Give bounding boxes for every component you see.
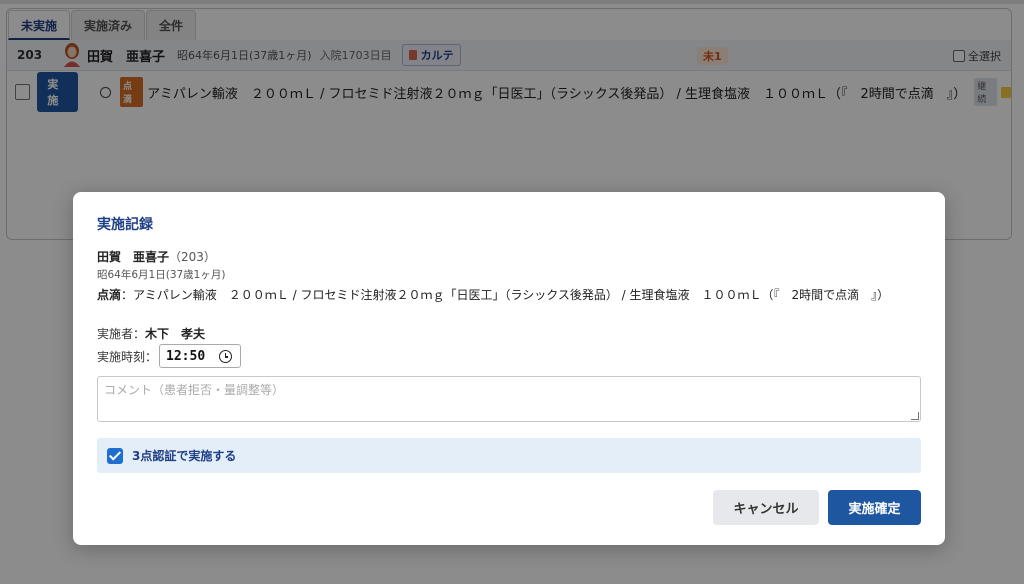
three-point-auth[interactable]: 3点認証で実施する [97,438,921,473]
dialog-patient-room: （203） [169,250,216,264]
resize-grip-icon[interactable] [911,412,919,420]
comment-input[interactable] [97,376,921,422]
three-point-checkbox[interactable] [107,447,123,464]
dialog-order: 点滴：アミパレン輸液 ２００ｍＬ / フロセミド注射液２０ｍｇ「日医工」（ラシッ… [97,286,889,303]
dialog-order-type: 点滴 [97,288,122,302]
time-input[interactable]: 12:50 [159,344,242,368]
clock-icon[interactable] [219,350,233,363]
dialog-patient: 田賀 亜喜子（203） [97,248,216,265]
execution-record-dialog: 実施記録 田賀 亜喜子（203） 昭64年6月1日(37歳1ヶ月) 点滴：アミパ… [73,192,945,545]
cancel-button[interactable]: キャンセル [713,490,819,525]
time-row: 実施時刻： 12:50 [97,344,242,368]
dialog-order-text: ：アミパレン輸液 ２００ｍＬ / フロセミド注射液２０ｍｇ「日医工」（ラシックス… [121,288,890,302]
dialog-title: 実施記録 [97,217,153,233]
time-label: 実施時刻： [97,349,158,364]
confirm-button[interactable]: 実施確定 [828,490,921,525]
performer-label: 実施者： [97,327,146,341]
performer: 実施者：木下 孝夫 [97,325,205,342]
three-point-label: 3点認証で実施する [132,449,237,463]
dialog-patient-name: 田賀 亜喜子 [97,250,170,264]
performer-name: 木下 孝夫 [145,327,206,341]
time-value: 12:50 [166,348,206,364]
dialog-patient-dob: 昭64年6月1日(37歳1ヶ月) [97,269,226,281]
